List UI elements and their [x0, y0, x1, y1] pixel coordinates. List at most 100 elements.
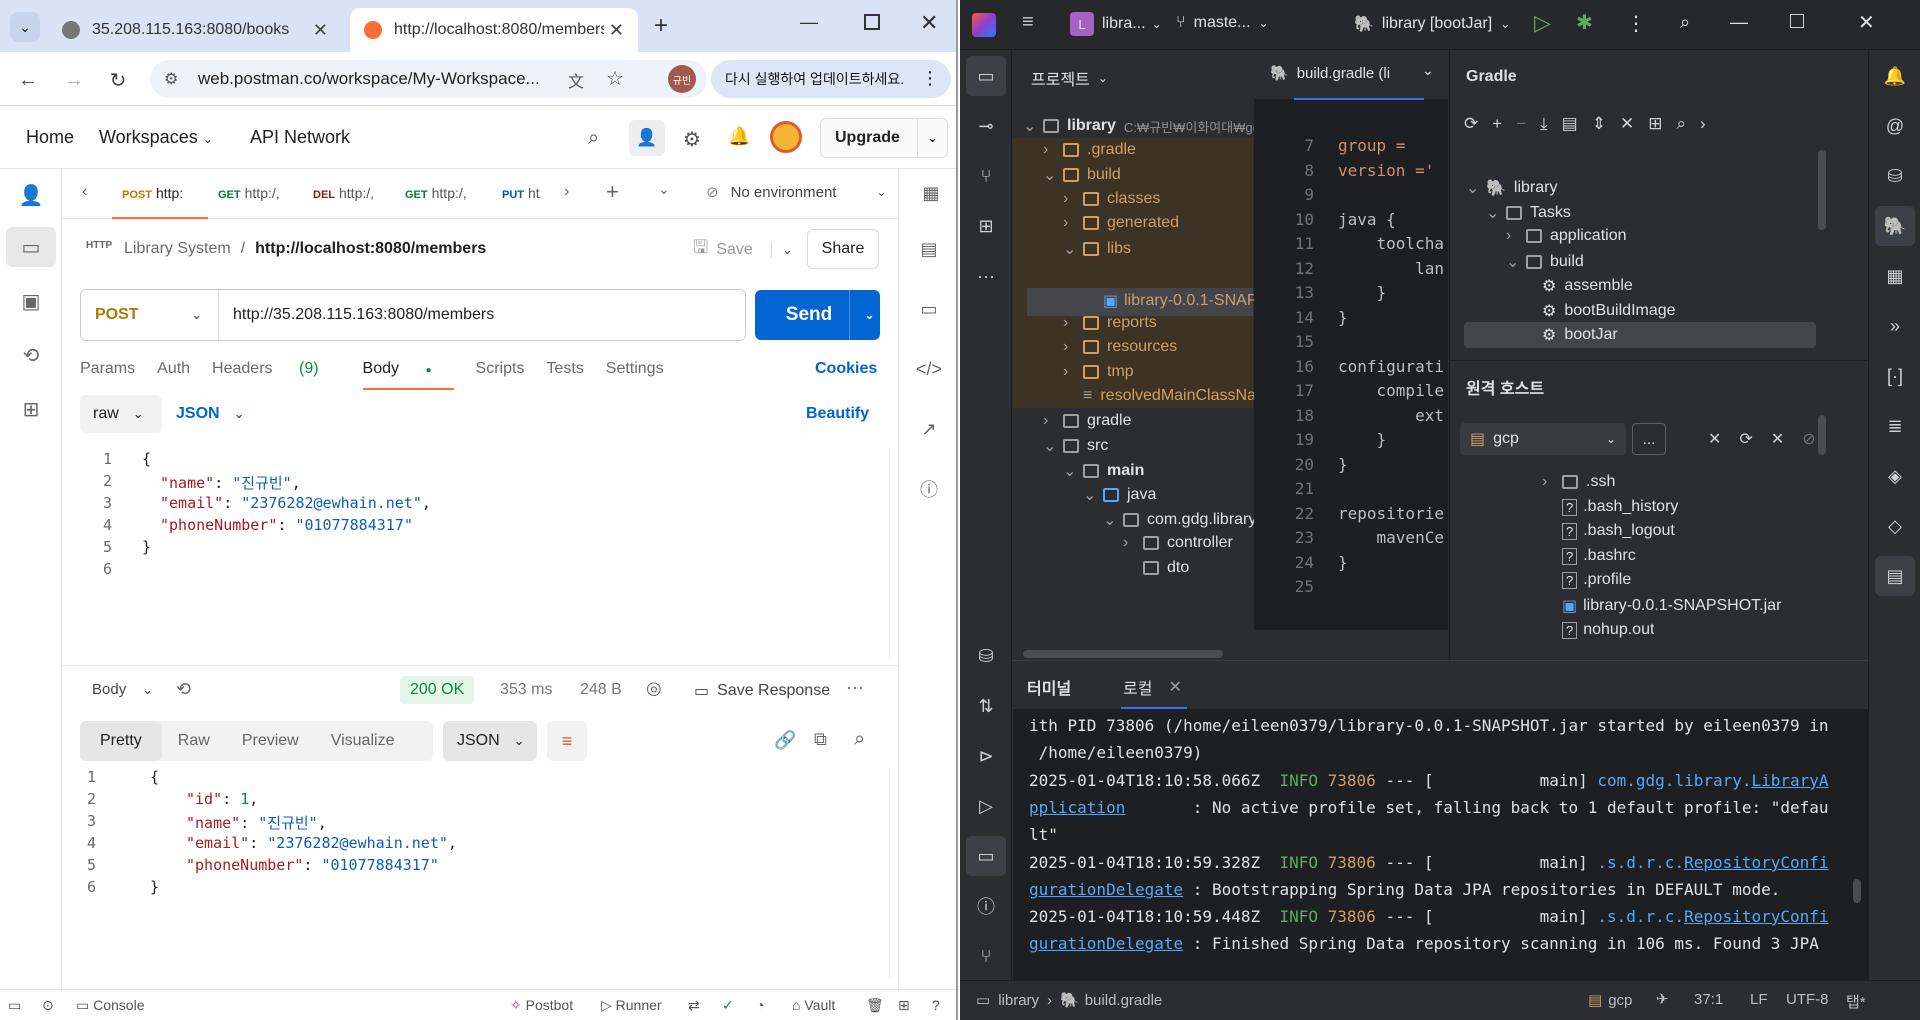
search-icon[interactable]: ⌕: [854, 728, 865, 751]
tab-raw[interactable]: Raw: [162, 732, 226, 750]
apps-grid-icon[interactable]: ⊞: [17, 395, 45, 423]
tab-tests[interactable]: Tests: [546, 360, 583, 390]
remote-host-select[interactable]: ▤ gcp ⌄: [1460, 423, 1626, 455]
help-icon[interactable]: ?: [932, 997, 940, 1013]
scroll-left-icon[interactable]: ‹: [82, 183, 87, 201]
response-body-viewer[interactable]: 1 2 3 4 5 6 { "id": 1, "name": "진규빈", "e…: [72, 768, 890, 978]
remote-item-jar[interactable]: ▣ library-0.0.1-SNAPSHOT.jar: [1562, 596, 1781, 616]
more-menu-icon[interactable]: ⋮: [921, 68, 939, 89]
expand-all-icon[interactable]: ⇕: [1592, 114, 1606, 134]
response-format-select[interactable]: JSON ⌄: [443, 721, 537, 761]
gradle-item-tasks[interactable]: ⌄ Tasks: [1486, 203, 1571, 223]
tree-item-reports[interactable]: › reports: [1063, 314, 1157, 332]
collections-icon[interactable]: ▭: [17, 233, 45, 261]
tree-item-package[interactable]: ⌄ com.gdg.library: [1103, 510, 1256, 530]
tab-search-icon[interactable]: ⌄: [10, 12, 40, 42]
collapse-icon[interactable]: ✕: [1708, 429, 1721, 449]
user-icon[interactable]: 👤: [17, 181, 45, 209]
vertical-scrollbar[interactable]: [1818, 415, 1826, 455]
commit-icon[interactable]: ⊸: [971, 111, 1001, 141]
remote-item-bashrc[interactable]: ? .bashrc: [1562, 547, 1636, 565]
wrap-lines-icon[interactable]: ≡: [547, 721, 587, 761]
tab-params[interactable]: Params: [80, 360, 135, 390]
nav-home[interactable]: Home: [26, 127, 74, 148]
editor-tab-build-gradle[interactable]: 🐘 build.gradle (li: [1270, 64, 1390, 83]
runner-button[interactable]: ▷ Runner: [601, 997, 662, 1014]
browser-tab-members[interactable]: http://localhost:8080/members ✕: [350, 8, 638, 52]
database-icon[interactable]: ⛁: [1880, 161, 1910, 191]
gradle-task-assemble[interactable]: ⚙ assemble: [1542, 276, 1633, 296]
tab-visualize[interactable]: Visualize: [315, 732, 411, 750]
project-panel-title[interactable]: 프로젝트 ⌄: [1031, 66, 1108, 90]
breadcrumb-request[interactable]: http://localhost:8080/members: [255, 240, 486, 258]
code-editor[interactable]: 🐘 build.gradle (li ⌄ 7 group = 8 version =…: [1254, 50, 1448, 630]
dependencies-icon[interactable]: ⊞: [1648, 114, 1662, 134]
invite-user-icon[interactable]: 👤: [629, 120, 665, 156]
response-history-icon[interactable]: ⟲: [176, 679, 191, 700]
send-button[interactable]: Send ⌄: [755, 290, 880, 340]
tree-item-dto[interactable]: dto: [1143, 559, 1189, 577]
tab-scripts[interactable]: Scripts: [476, 360, 525, 390]
gradle-item-library[interactable]: ⌄ 🐘 library: [1466, 178, 1557, 198]
cookies-icon[interactable]: ◔: [756, 997, 764, 1013]
nav-workspaces[interactable]: Workspaces ⌄: [99, 127, 213, 148]
refresh-icon[interactable]: ⟳: [1739, 429, 1752, 449]
response-body-select[interactable]: Body ⌄: [92, 681, 153, 698]
network-globe-icon[interactable]: ◎: [646, 678, 662, 699]
pull-requests-icon[interactable]: ⑂: [971, 161, 1001, 191]
tab-list-chevron-icon[interactable]: ⌄: [1422, 62, 1434, 79]
nav-api-network[interactable]: API Network: [250, 127, 350, 148]
copy-icon[interactable]: ⧉: [814, 729, 827, 750]
history-icon[interactable]: ⟲: [17, 341, 45, 369]
reload-icon[interactable]: ⟳: [1464, 114, 1478, 134]
execute-task-icon[interactable]: ▤: [1562, 114, 1578, 134]
more-icon[interactable]: ›: [1700, 114, 1706, 134]
reload-icon[interactable]: ↻: [102, 64, 134, 96]
method-select[interactable]: POST ⌄: [81, 290, 219, 340]
vertical-scrollbar[interactable]: [1818, 150, 1826, 230]
bookmark-star-icon[interactable]: ☆: [606, 66, 624, 91]
vertical-scrollbar[interactable]: [1853, 879, 1861, 903]
tree-item-controller[interactable]: › controller: [1123, 534, 1233, 552]
code-snippet-icon[interactable]: </>: [916, 357, 942, 381]
remote-item-profile[interactable]: ? .profile: [1562, 571, 1631, 589]
chevron-down-icon[interactable]: ⌄: [917, 119, 947, 157]
request-tab-5[interactable]: PUT ht: [502, 185, 540, 201]
remote-hosts-icon[interactable]: ▤: [1880, 561, 1910, 591]
close-tab-icon[interactable]: ✕: [1168, 677, 1181, 697]
search-icon[interactable]: ⌕: [588, 127, 599, 150]
download-icon[interactable]: ⤓: [1540, 114, 1548, 134]
new-request-tab-icon[interactable]: +: [606, 179, 619, 205]
more-actions-icon[interactable]: ⋮: [1626, 11, 1646, 36]
tree-item-resources[interactable]: › resources: [1063, 338, 1177, 356]
tree-item-tmp[interactable]: › tmp: [1063, 363, 1134, 381]
tree-item-library[interactable]: ⌄ library C:₩규빈₩이화여대₩gdsc: [1023, 116, 1273, 136]
close-window-icon[interactable]: ✕: [1858, 10, 1875, 35]
maximize-icon[interactable]: [1790, 14, 1804, 28]
status-host[interactable]: ▤ gcp: [1588, 991, 1632, 1010]
gradle-item-application[interactable]: › application: [1506, 227, 1627, 245]
minimize-icon[interactable]: —: [800, 12, 818, 33]
disconnect-icon[interactable]: ✕: [1771, 429, 1784, 449]
terminal-icon[interactable]: ▭: [971, 841, 1001, 871]
tree-item-main[interactable]: ⌄ main: [1063, 461, 1144, 481]
chevron-down-icon[interactable]: ⌄: [770, 242, 793, 258]
request-body-editor[interactable]: 1 2 3 4 5 6 { "name": "진규빈", "email": "2…: [72, 450, 890, 660]
tab-auth[interactable]: Auth: [157, 360, 190, 390]
tree-item-build[interactable]: ⌄ build: [1043, 165, 1121, 185]
upgrade-button[interactable]: Upgrade ⌄: [820, 118, 948, 158]
tree-item-gradle-dir[interactable]: › .gradle: [1043, 141, 1136, 159]
remove-icon[interactable]: −: [1516, 114, 1526, 134]
remote-item-bash-history[interactable]: ? .bash_history: [1562, 498, 1678, 516]
project-selector[interactable]: L libra... ⌄: [1070, 12, 1162, 36]
url-omnibox[interactable]: ⚙ web.postman.co/workspace/My-Workspace.…: [150, 60, 707, 98]
more-tools-icon[interactable]: ···: [971, 261, 1001, 291]
gradle-task-bootbuildimage[interactable]: ⚙ bootBuildImage: [1542, 301, 1676, 321]
forward-arrows-icon[interactable]: »: [1880, 311, 1910, 341]
close-window-icon[interactable]: ✕: [920, 10, 938, 36]
browser-tab-books[interactable]: 35.208.115.163:8080/books ✕: [48, 8, 342, 52]
search-everywhere-icon[interactable]: ⌕: [1680, 12, 1690, 33]
services-icon[interactable]: ⊳: [971, 741, 1001, 771]
cookies-link[interactable]: Cookies: [815, 360, 877, 378]
share-button[interactable]: Share: [807, 229, 879, 269]
